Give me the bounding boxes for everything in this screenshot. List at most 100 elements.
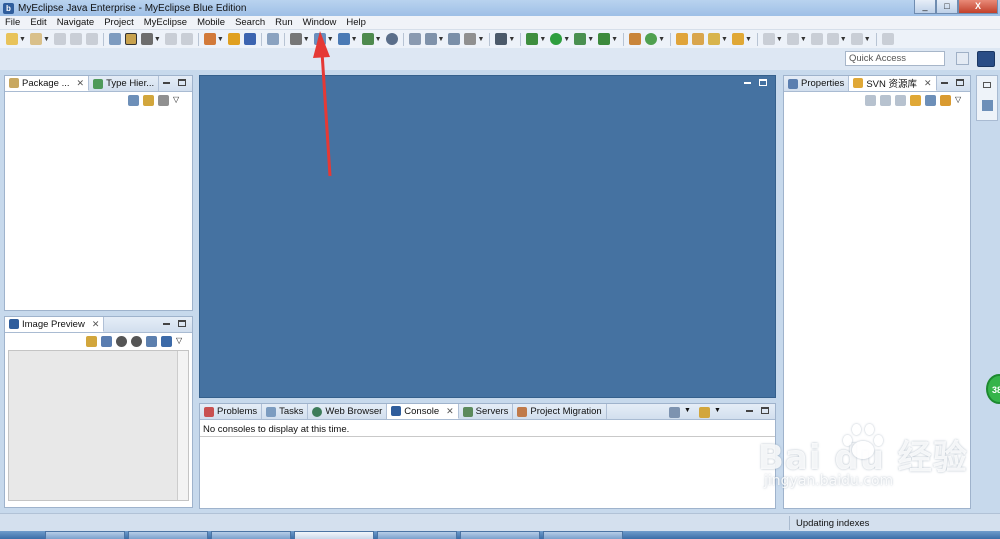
taskbar-item[interactable] [543,531,623,539]
chevron-down-icon[interactable]: ▼ [19,36,26,43]
debug-icon[interactable] [526,33,539,45]
zoom-in-icon[interactable] [131,336,142,347]
close-icon[interactable]: ✕ [92,319,100,330]
close-icon[interactable]: ✕ [924,78,932,89]
maximize-icon[interactable] [956,79,964,86]
minimize-icon[interactable] [746,410,753,412]
restore-icon[interactable] [983,82,991,88]
menu-mobile[interactable]: Mobile [192,17,230,28]
menu-search[interactable]: Search [230,17,270,28]
server-icon[interactable] [289,33,302,45]
chevron-down-icon[interactable]: ▼ [563,36,570,43]
maximize-icon[interactable] [761,407,769,414]
chevron-down-icon[interactable]: ▼ [864,36,871,43]
zoom-out-icon[interactable] [116,336,127,347]
chevron-down-icon[interactable]: ▼ [154,36,161,43]
print-icon[interactable] [85,33,98,45]
chevron-down-icon[interactable]: ▼ [587,36,594,43]
view-menu-icon[interactable]: ▽ [955,95,966,106]
open-perspective-icon[interactable] [956,52,969,65]
undo-icon[interactable] [164,33,177,45]
open-type-icon[interactable] [108,33,121,45]
refresh-icon[interactable] [910,95,921,106]
close-button[interactable]: X [958,0,998,14]
redo-icon[interactable] [180,33,193,45]
folder-icon[interactable] [692,33,704,45]
forward-icon[interactable] [850,33,863,45]
terminal-icon[interactable] [495,33,508,45]
menu-myeclipse[interactable]: MyEclipse [139,17,192,28]
tab-problems[interactable]: Problems [200,404,263,419]
taskbar-item[interactable] [128,531,208,539]
chevron-down-icon[interactable]: ▼ [776,36,783,43]
minimize-icon[interactable] [744,82,751,84]
add-repository-icon[interactable] [940,95,951,106]
menu-file[interactable]: File [0,17,25,28]
chevron-down-icon[interactable]: ▼ [477,36,484,43]
close-icon[interactable]: ✕ [77,78,85,89]
chevron-down-icon[interactable]: ▼ [840,36,847,43]
chevron-down-icon[interactable]: ▼ [508,36,515,43]
fit-image-icon[interactable] [101,336,112,347]
annotation-icon[interactable] [731,33,744,45]
chevron-down-icon[interactable]: ▼ [351,36,358,43]
profile-icon[interactable] [598,33,611,45]
filter-icon[interactable] [158,95,169,106]
taskbar-item[interactable] [460,531,540,539]
back-icon[interactable] [880,95,891,106]
forward-icon[interactable] [895,95,906,106]
open-folder-icon[interactable] [676,33,688,45]
editor-area[interactable] [199,75,776,398]
view-menu-icon[interactable]: ▽ [176,336,187,347]
fit-window-icon[interactable] [161,336,172,347]
deploy-icon[interactable] [203,33,216,45]
tab-properties[interactable]: Properties [784,76,850,91]
close-icon[interactable]: ✕ [446,406,454,417]
database-icon[interactable] [266,33,279,45]
tab-package-explorer[interactable]: Package ... ✕ [5,76,90,91]
chevron-down-icon[interactable]: ▼ [43,36,50,43]
new-icon[interactable] [6,33,18,45]
floating-badge[interactable]: 38 [986,374,1000,404]
myeclipse-perspective-icon[interactable] [977,51,995,67]
minimize-icon[interactable] [163,323,170,325]
next-annotation-icon[interactable] [762,33,775,45]
tab-image-preview[interactable]: Image Preview ✕ [5,317,105,332]
minimize-icon[interactable] [941,82,948,84]
run-icon[interactable] [550,33,563,45]
tab-tasks[interactable]: Tasks [262,404,309,419]
chevron-down-icon[interactable]: ▼ [303,36,310,43]
collapse-all-icon[interactable] [128,95,139,106]
tab-web-browser[interactable]: Web Browser [308,404,388,419]
taskbar-item[interactable] [294,531,374,539]
chevron-down-icon[interactable]: ▼ [714,407,725,418]
menu-run[interactable]: Run [270,17,297,28]
open-resource-icon[interactable] [124,33,137,45]
pencil-icon[interactable] [708,33,720,45]
gear-icon[interactable] [464,33,477,45]
chevron-down-icon[interactable]: ▼ [721,36,728,43]
display-console-icon[interactable] [669,407,680,418]
chevron-down-icon[interactable]: ▼ [375,36,382,43]
chevron-down-icon[interactable]: ▼ [800,36,807,43]
menu-navigate[interactable]: Navigate [52,17,100,28]
home-icon[interactable] [865,95,876,106]
maximize-icon[interactable] [178,79,186,86]
save-all-icon[interactable] [69,33,82,45]
taskbar-item[interactable] [377,531,457,539]
outline-icon[interactable] [982,100,993,111]
build-icon[interactable] [140,33,153,45]
hierarchy-icon[interactable] [629,33,642,45]
chevron-down-icon[interactable]: ▼ [438,36,445,43]
maximize-button[interactable]: □ [936,0,958,14]
run-tests-icon[interactable] [574,33,587,45]
link-icon[interactable] [86,336,97,347]
tab-servers[interactable]: Servers [459,404,514,419]
view-menu-icon[interactable]: ▽ [173,95,184,106]
sync-icon[interactable] [408,33,421,45]
chevron-down-icon[interactable]: ▼ [658,36,665,43]
tab-console[interactable]: Console ✕ [387,404,459,419]
mobile-project-icon[interactable] [361,33,374,45]
collapse-all-icon[interactable] [925,95,936,106]
maximize-icon[interactable] [178,320,186,327]
